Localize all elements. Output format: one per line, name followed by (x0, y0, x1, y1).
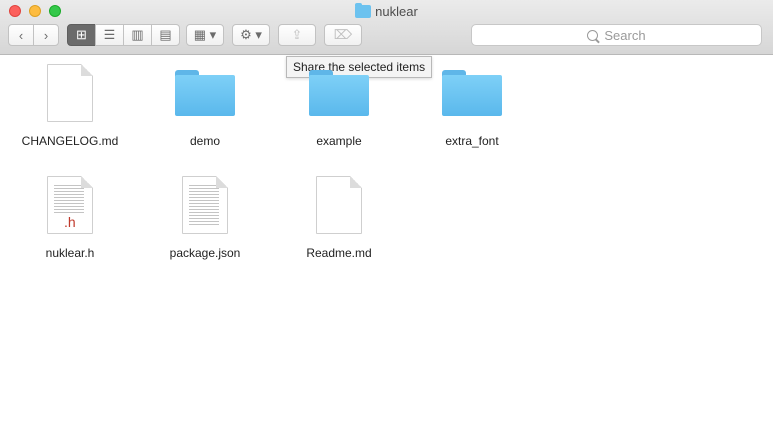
cover-flow-icon: ▤ (159, 27, 172, 42)
file-name: extra_font (445, 134, 499, 148)
action-button[interactable]: ⚙ ▾ (232, 24, 270, 46)
file-item-extra-font[interactable]: extra_font (412, 62, 532, 152)
back-button[interactable]: ‹ (8, 24, 34, 46)
gear-icon: ⚙ ▾ (240, 27, 262, 42)
arrange-icon: ▦ ▾ (193, 27, 217, 42)
file-name: Readme.md (306, 246, 372, 260)
file-item-nuklear-h[interactable]: .h nuklear.h (10, 174, 130, 264)
chevron-left-icon: ‹ (18, 27, 24, 43)
file-item-changelog[interactable]: CHANGELOG.md (10, 62, 130, 152)
cover-flow-button[interactable]: ▤ (151, 24, 180, 46)
column-view-button[interactable]: ▥ (123, 24, 152, 46)
folder-icon (355, 3, 372, 18)
arrange-button[interactable]: ▦ ▾ (186, 24, 224, 46)
list-icon: ☰ (103, 27, 116, 42)
share-icon: ⇪ (291, 27, 303, 42)
tags-button[interactable]: ⌦ (324, 24, 362, 46)
tag-icon: ⌦ (333, 27, 353, 42)
columns-icon: ▥ (131, 27, 144, 42)
document-icon (316, 176, 362, 234)
finder-window: nuklear ‹ › ⊞ ☰ ▥ ▤ ▦ ▾ ⚙ ▾ ⇪ ⌦ Search S… (0, 0, 773, 434)
chevron-right-icon: › (43, 27, 49, 43)
file-item-readme[interactable]: Readme.md (279, 174, 399, 264)
file-name: package.json (169, 246, 241, 260)
file-item-demo[interactable]: demo (145, 62, 265, 152)
grid-icon: ⊞ (76, 27, 87, 42)
file-item-example[interactable]: example (279, 62, 399, 152)
search-placeholder: Search (604, 27, 646, 43)
folder-icon (175, 70, 235, 116)
file-name: nuklear.h (45, 246, 95, 260)
file-name: demo (189, 134, 221, 148)
search-icon (587, 29, 599, 41)
text-file-icon (182, 176, 228, 234)
file-name: example (316, 134, 362, 148)
folder-icon (309, 70, 369, 116)
share-button[interactable]: ⇪ (278, 24, 316, 46)
document-icon (47, 64, 93, 122)
h-extension-icon: .h (64, 214, 76, 230)
toolbar: nuklear ‹ › ⊞ ☰ ▥ ▤ ▦ ▾ ⚙ ▾ ⇪ ⌦ Search (0, 0, 773, 55)
folder-icon (442, 70, 502, 116)
window-title: nuklear (375, 4, 418, 19)
window-title-bar: nuklear (0, 3, 773, 19)
list-view-button[interactable]: ☰ (95, 24, 124, 46)
header-file-icon: .h (47, 176, 93, 234)
file-item-package-json[interactable]: package.json (145, 174, 265, 264)
search-field[interactable]: Search (471, 24, 762, 46)
file-name: CHANGELOG.md (21, 134, 119, 148)
forward-button[interactable]: › (33, 24, 59, 46)
icon-view-button[interactable]: ⊞ (67, 24, 96, 46)
